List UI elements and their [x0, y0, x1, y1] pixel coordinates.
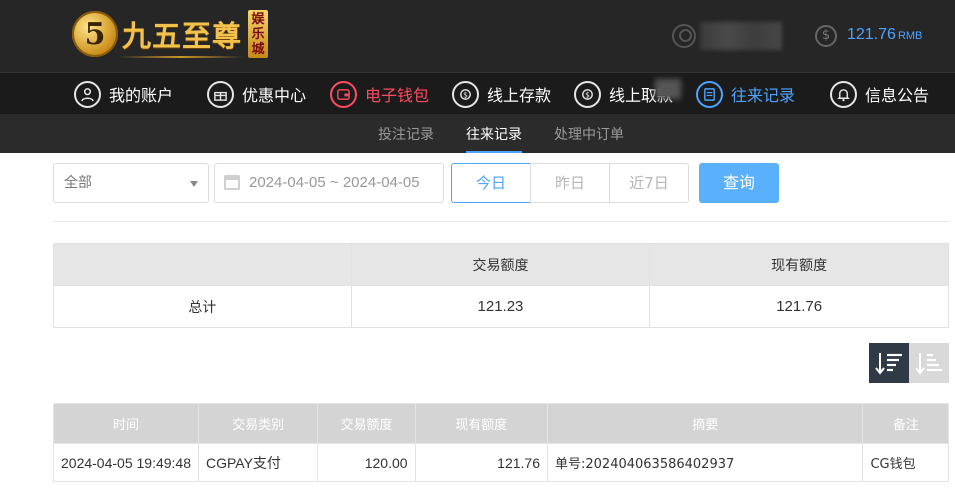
nav-item-promotions[interactable]: 优惠中心: [207, 79, 306, 109]
tab-pending-orders[interactable]: 处理中订单: [554, 124, 624, 144]
nav-label: 电子钱包: [365, 86, 430, 105]
user-avatar-icon[interactable]: [672, 24, 696, 48]
account-balance: 121.76 RMB: [847, 26, 923, 43]
username-redacted: [700, 22, 782, 50]
top-header: 5 九五至尊 娱 乐 城 $ 121.76 RMB: [0, 0, 955, 72]
nav-label: 我的账户: [109, 86, 174, 105]
tab-transaction-records[interactable]: 往来记录: [466, 124, 522, 153]
quick-yesterday-button[interactable]: 昨日: [530, 163, 610, 203]
calendar-icon: [224, 175, 240, 190]
dollar-coin-icon: $: [815, 25, 837, 47]
summary-header-empty: [53, 243, 352, 286]
col-header-type: 交易类别: [197, 403, 319, 444]
quick-last-7-days-button[interactable]: 近7日: [609, 163, 689, 203]
select-value: 全部: [64, 175, 92, 191]
summary-total-balance: 121.76: [649, 285, 949, 328]
filter-divider: [53, 221, 949, 222]
logo-badge: 5: [72, 11, 118, 57]
nav-item-online-deposit[interactable]: $ 线上存款: [452, 79, 551, 109]
col-header-time: 时间: [53, 403, 199, 444]
logo-subtitle: 娱 乐 城: [248, 10, 269, 58]
nav-label: 往来记录: [731, 86, 796, 105]
cell-balance: 121.76: [414, 443, 549, 482]
records-table: 时间 交易类别 交易额度 现有额度 摘要 备注 2024-04-05 19:49…: [53, 403, 949, 482]
cell-type: CGPAY支付: [197, 443, 319, 482]
summary-header-row: 交易额度 现有额度: [53, 243, 949, 286]
nav-label: 线上存款: [487, 86, 552, 105]
cell-note: CG钱包: [862, 443, 949, 482]
cell-summary: 单号:202404063586402937: [546, 443, 864, 482]
col-header-amount: 交易额度: [317, 403, 416, 444]
date-range-input[interactable]: 2024-04-05 ~ 2024-04-05: [214, 163, 444, 203]
logo-text: 九五至尊: [122, 19, 243, 53]
main-nav: 我的账户 优惠中心 电子钱包 $ 线上存款 $ 线上取款 往来记录 信息公告: [0, 72, 955, 114]
summary-total-amount: 121.23: [350, 285, 651, 328]
records-icon: [696, 80, 723, 108]
cell-time: 2024-04-05 19:49:48: [53, 443, 199, 482]
nav-item-transaction-records[interactable]: 往来记录: [696, 79, 795, 109]
transaction-type-select[interactable]: 全部: [53, 163, 209, 203]
redaction-blur: [655, 79, 681, 99]
summary-table: 交易额度 现有额度 总计 121.23 121.76: [53, 243, 949, 328]
wallet-icon: [330, 80, 357, 108]
tab-bet-records[interactable]: 投注记录: [378, 124, 434, 144]
summary-total-row: 总计 121.23 121.76: [53, 285, 949, 328]
logo-underline: [118, 56, 244, 58]
summary-header-balance: 现有额度: [649, 243, 949, 286]
deposit-icon: $: [452, 80, 479, 108]
sort-ascending-button[interactable]: [909, 343, 949, 383]
nav-item-e-wallet[interactable]: 电子钱包: [330, 79, 429, 109]
sort-descending-icon: [875, 353, 902, 375]
search-button[interactable]: 查询: [699, 163, 779, 203]
caret-down-icon: [190, 181, 198, 187]
sub-nav: 投注记录 往来记录 处理中订单: [0, 114, 955, 153]
nav-label: 优惠中心: [242, 86, 307, 105]
withdraw-icon: $: [574, 80, 601, 108]
date-range-value: 2024-04-05 ~ 2024-04-05: [249, 174, 420, 191]
gift-icon: [207, 80, 234, 108]
quick-today-button[interactable]: 今日: [451, 163, 531, 203]
sort-descending-button[interactable]: [869, 343, 909, 383]
col-header-balance: 现有额度: [414, 403, 549, 444]
user-icon: [74, 80, 101, 108]
cell-amount: 120.00: [317, 443, 416, 482]
summary-total-label: 总计: [53, 285, 352, 328]
svg-text:$: $: [585, 90, 590, 99]
nav-item-announcements[interactable]: 信息公告: [830, 79, 929, 109]
sort-ascending-icon: [915, 353, 942, 375]
records-header-row: 时间 交易类别 交易额度 现有额度 摘要 备注: [53, 403, 949, 444]
svg-text:$: $: [463, 90, 468, 99]
bell-icon: [830, 80, 857, 108]
col-header-note: 备注: [862, 403, 949, 444]
site-logo[interactable]: 5 九五至尊 娱 乐 城: [72, 8, 269, 60]
summary-header-amount: 交易额度: [350, 243, 651, 286]
table-row: 2024-04-05 19:49:48 CGPAY支付 120.00 121.7…: [53, 443, 949, 482]
nav-item-my-account[interactable]: 我的账户: [74, 79, 173, 109]
nav-label: 信息公告: [865, 86, 930, 105]
col-header-summary: 摘要: [546, 403, 864, 444]
